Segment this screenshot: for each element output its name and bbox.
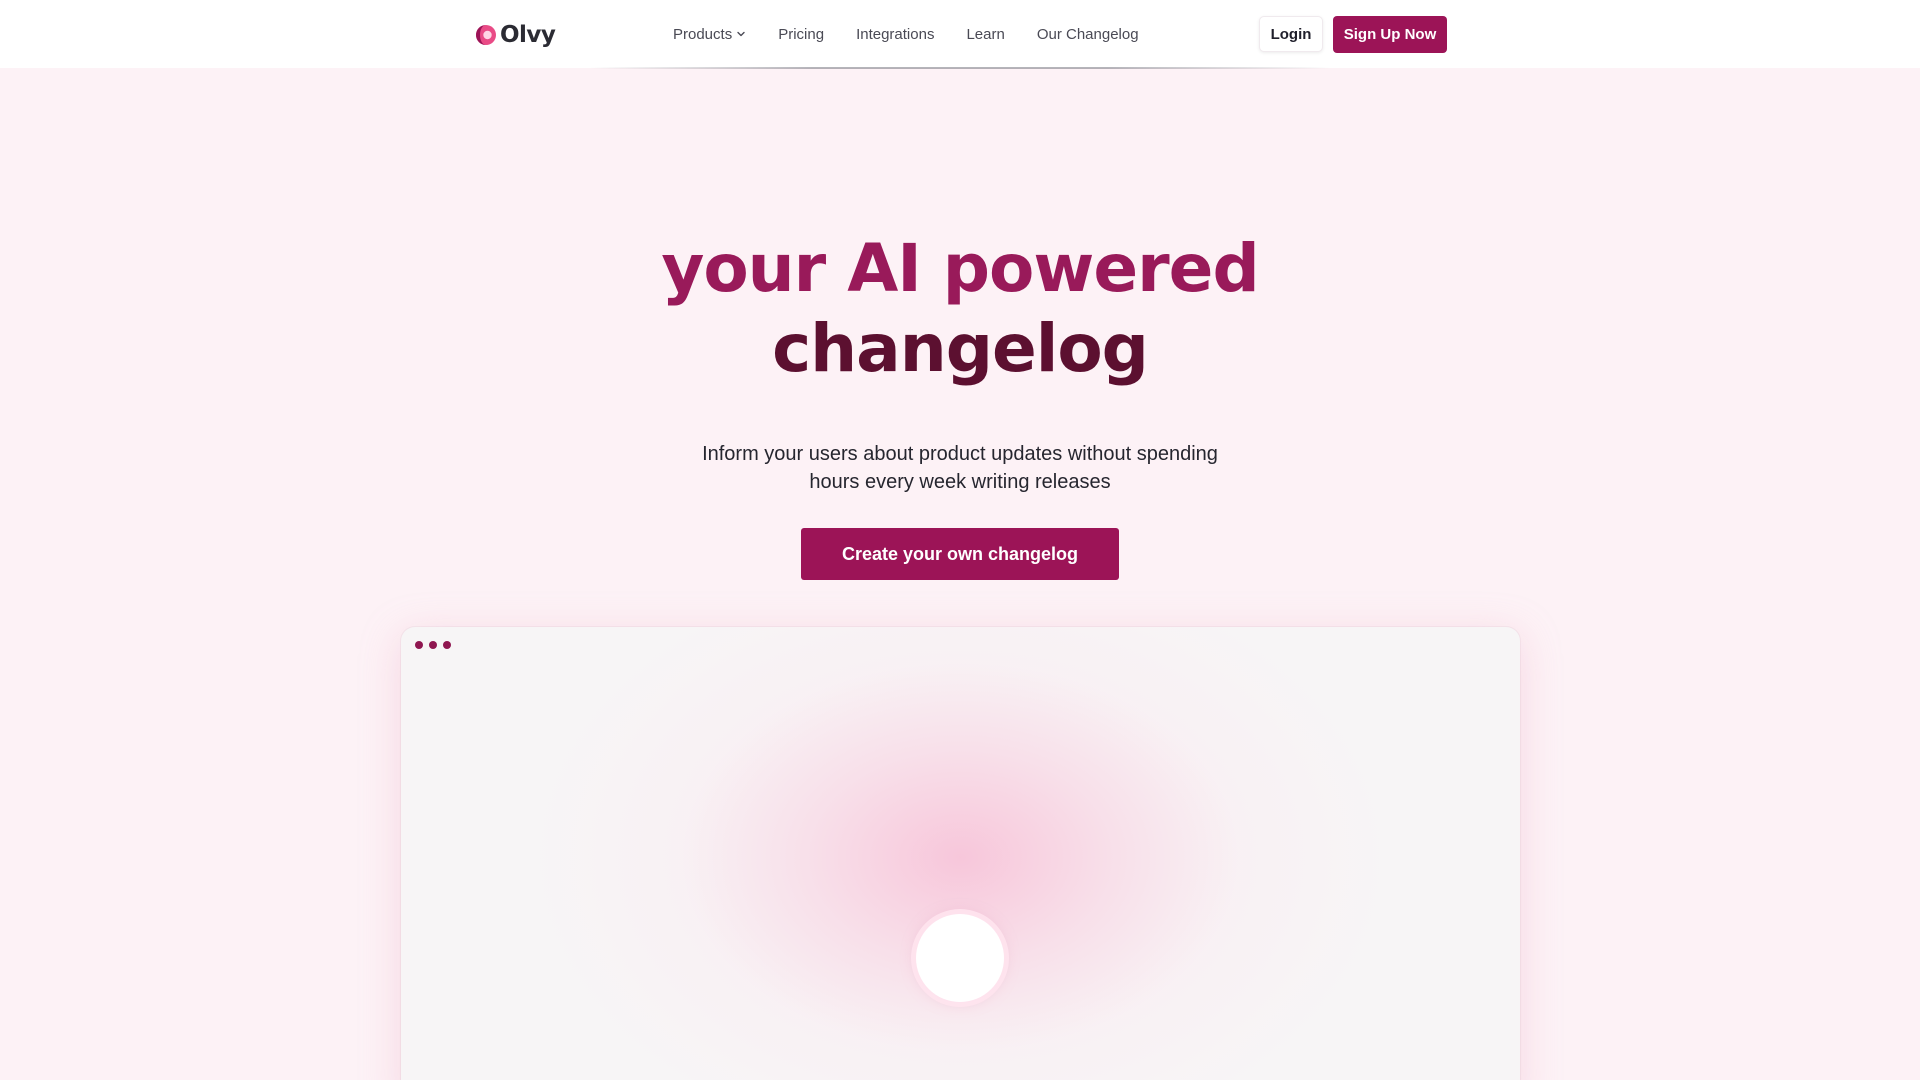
nav-integrations-label: Integrations	[856, 25, 935, 43]
nav-learn-label: Learn	[966, 25, 1005, 43]
hero-title-line-1: your AI powered	[661, 230, 1259, 307]
olvy-logo[interactable]: Olvy	[475, 20, 556, 50]
nav-products-label: Products	[673, 25, 733, 43]
create-changelog-button[interactable]: Create your own changelog	[801, 528, 1119, 580]
hero-title-line-2: changelog	[772, 310, 1149, 387]
header-divider	[590, 67, 1330, 69]
hero-subtitle-line-2: hours every week writing releases	[809, 471, 1111, 493]
hero-subtitle-line-1: Inform your users about product updates …	[702, 443, 1218, 465]
olvy-logo-icon	[476, 25, 496, 45]
top-navigation-bar: Olvy Products Pricing Integrations Learn…	[0, 0, 1920, 68]
main-nav: Products Pricing Integrations Learn Our …	[673, 0, 1139, 68]
hero-subtitle: Inform your users about product updates …	[640, 440, 1280, 496]
nav-our-changelog[interactable]: Our Changelog	[1037, 26, 1139, 43]
login-button[interactable]: Login	[1259, 16, 1323, 52]
product-preview-window	[401, 627, 1520, 1080]
window-dots-icon	[415, 641, 451, 649]
nav-learn[interactable]: Learn	[966, 26, 1004, 43]
logo-text: Olvy	[500, 22, 556, 48]
nav-pricing-label: Pricing	[778, 25, 825, 43]
nav-pricing[interactable]: Pricing	[778, 26, 824, 43]
window-dot	[443, 641, 451, 649]
nav-integrations[interactable]: Integrations	[856, 26, 934, 43]
window-dot	[429, 641, 437, 649]
chevron-down-icon	[737, 31, 745, 37]
sign-up-button[interactable]: Sign Up Now	[1333, 16, 1447, 53]
nav-products[interactable]: Products	[673, 26, 746, 43]
window-dot	[415, 641, 423, 649]
play-button-icon[interactable]	[916, 914, 1004, 1002]
nav-our-changelog-label: Our Changelog	[1036, 25, 1139, 43]
